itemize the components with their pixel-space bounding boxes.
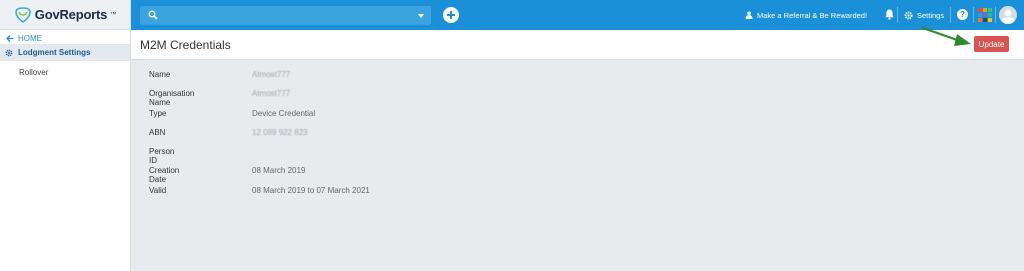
- page-title: M2M Credentials: [140, 38, 231, 52]
- brand-tm: ™: [110, 11, 117, 18]
- divider: [973, 7, 974, 23]
- detail-value: Atmost777: [252, 89, 291, 99]
- divider: [897, 7, 898, 23]
- detail-label: Type: [149, 108, 167, 118]
- bell-icon[interactable]: [885, 9, 894, 20]
- search-icon: [148, 10, 158, 20]
- detail-value: Device Credential: [252, 108, 316, 118]
- apps-grid-icon[interactable]: [978, 8, 992, 22]
- top-navigation-bar: Make a Referral & Be Rewarded! Settings …: [131, 0, 1024, 30]
- detail-value: 08 March 2019: [252, 166, 306, 176]
- shield-logo-icon: [14, 6, 31, 23]
- sidebar-item-rollover[interactable]: Rollover: [0, 61, 130, 83]
- search-input[interactable]: [140, 6, 431, 25]
- page-header: M2M Credentials Update: [131, 30, 1024, 60]
- divider: [995, 7, 996, 23]
- avatar-icon: [1001, 9, 1015, 24]
- settings-label: Settings: [917, 10, 945, 20]
- brand-name: GovReports: [34, 7, 108, 22]
- detail-label: Creation Date: [149, 166, 180, 185]
- plus-circle-icon[interactable]: [443, 7, 459, 23]
- arrow-left-icon: [6, 35, 14, 42]
- avatar[interactable]: [999, 6, 1017, 24]
- detail-label: Name: [149, 70, 171, 79]
- home-link[interactable]: HOME: [0, 30, 130, 44]
- logo-bar: GovReports ™: [0, 0, 130, 30]
- referral-link[interactable]: Make a Referral & Be Rewarded!: [745, 0, 867, 30]
- detail-label: Organisation Name: [149, 89, 195, 108]
- green-arrow-icon: [921, 26, 971, 46]
- detail-label: ABN: [149, 127, 166, 137]
- brand-logo[interactable]: GovReports ™: [14, 6, 117, 23]
- gear-icon: [5, 49, 13, 56]
- detail-value: 08 March 2019 to 07 March 2021: [252, 185, 370, 195]
- detail-label: Person ID: [149, 147, 175, 166]
- question-circle-icon[interactable]: ?: [957, 9, 968, 20]
- chevron-down-icon[interactable]: [418, 14, 424, 18]
- gear-icon: [904, 11, 913, 19]
- sidebar: GovReports ™ HOME Lodgment Settings Rollo…: [0, 0, 131, 271]
- sidebar-item-lodgment-settings[interactable]: Lodgment Settings: [0, 44, 130, 61]
- detail-value: 12 089 922 823: [252, 127, 308, 137]
- sidebar-item-label: Rollover: [19, 67, 49, 77]
- divider: [950, 7, 951, 23]
- detail-label: Valid: [149, 185, 167, 195]
- home-label: HOME: [18, 34, 42, 43]
- referral-label: Make a Referral & Be Rewarded!: [757, 10, 868, 20]
- update-button[interactable]: Update: [974, 36, 1009, 52]
- user-icon: [745, 11, 753, 19]
- sidebar-item-label: Lodgment Settings: [18, 48, 91, 57]
- detail-value: Atmost777: [252, 70, 291, 79]
